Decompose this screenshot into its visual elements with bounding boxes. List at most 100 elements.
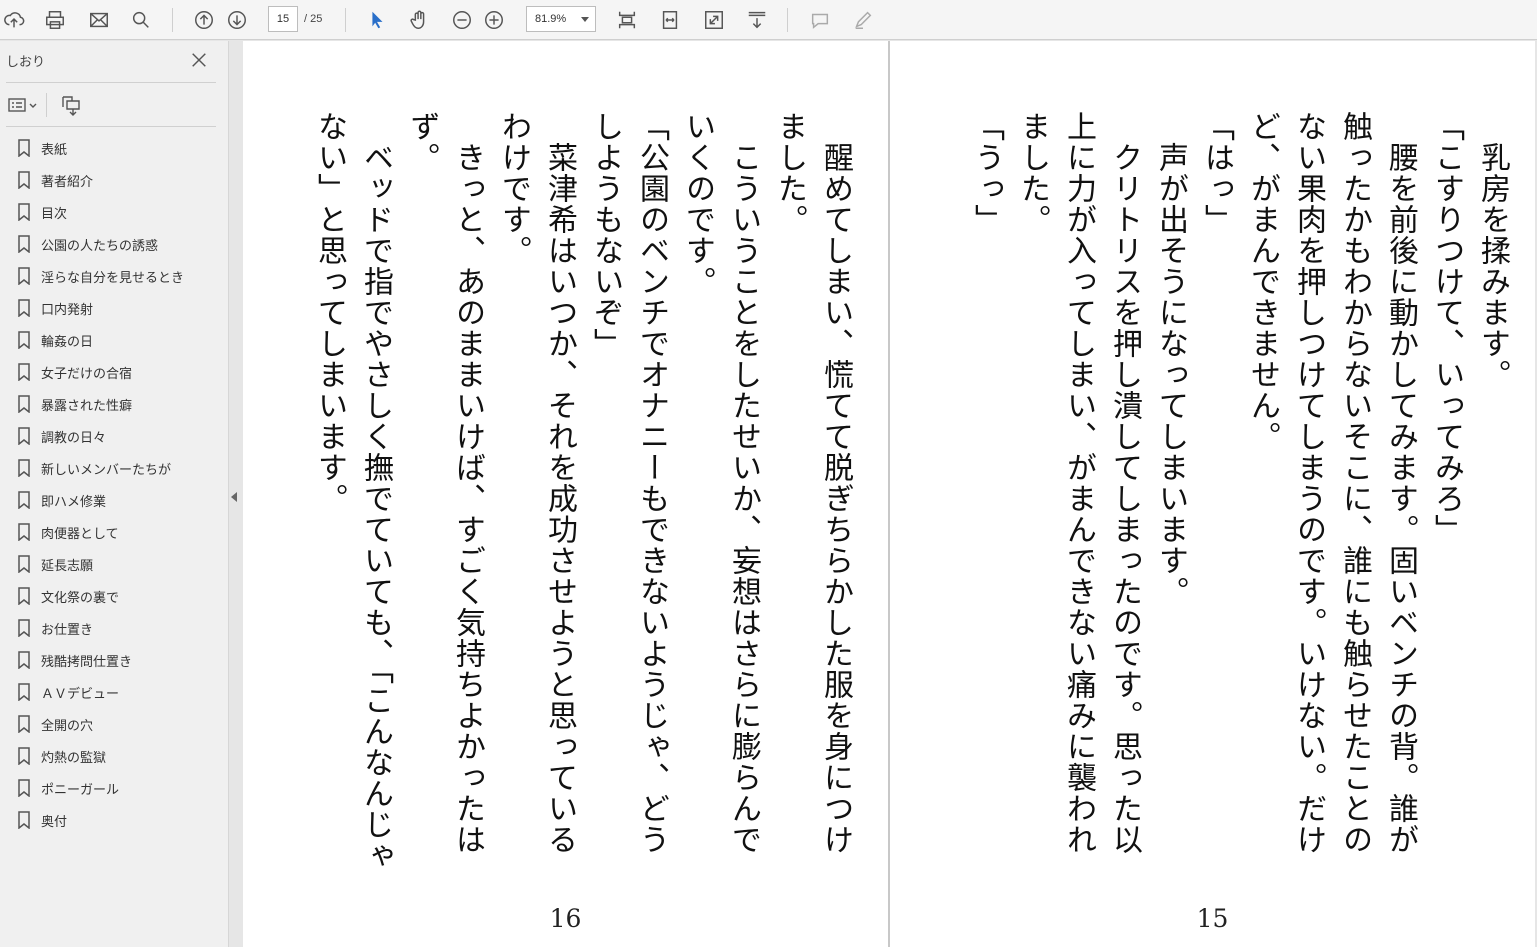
- upload-icon[interactable]: [0, 6, 28, 34]
- panel-title: しおり: [6, 55, 46, 70]
- bookmark-label: 目次: [41, 206, 68, 222]
- chevron-down-icon: [581, 17, 589, 22]
- bookmark-label: 調教の日々: [41, 430, 107, 446]
- text-line: ず。: [404, 111, 439, 173]
- text-line: 醒めてしまい、慌てて脱ぎちらかした服を身につけ: [818, 111, 853, 855]
- text-line: いくのです。: [680, 111, 715, 297]
- zoom-value: 81.9%: [535, 13, 567, 25]
- page-right: 乳房を揉みます。 「こすりつけて、いってみろ」 腰を前後に動かしてみます。固いベン…: [890, 41, 1535, 947]
- bookmark-item[interactable]: 全開の穴: [0, 708, 228, 740]
- search-icon[interactable]: [127, 6, 155, 34]
- text-line: 菜津希はいつか、それを成功させようと思っている: [542, 111, 577, 855]
- bookmark-icon: [18, 427, 30, 445]
- pen-icon[interactable]: [849, 6, 877, 34]
- comment-icon[interactable]: [806, 6, 834, 34]
- bookmark-label: ＡＶデビュー: [41, 686, 120, 702]
- bookmark-item[interactable]: 奥付: [0, 804, 228, 836]
- expand-bookmark-icon[interactable]: [57, 93, 81, 117]
- bookmark-label: 残酷拷問仕置き: [41, 654, 133, 670]
- bookmark-label: 即ハメ修業: [41, 494, 107, 510]
- fullscreen-icon[interactable]: [700, 6, 728, 34]
- bookmark-label: 肉便器として: [41, 526, 119, 542]
- bookmark-item[interactable]: 表紙: [0, 132, 228, 164]
- zoom-select[interactable]: 81.9%: [526, 6, 596, 32]
- bookmark-icon: [18, 715, 30, 733]
- text-line: わけです。: [496, 111, 531, 266]
- previous-page-icon[interactable]: [190, 6, 218, 34]
- page-text: 醒めてしまい、慌てて脱ぎちらかした服を身につけ ました。 こういうことをしたせいか…: [306, 111, 858, 871]
- bookmark-item[interactable]: 延長志願: [0, 548, 228, 580]
- page-total-label: / 25: [304, 13, 323, 25]
- text-line: 「うっ」: [969, 111, 1004, 235]
- bookmark-label: 女子だけの合宿: [41, 366, 133, 382]
- bookmark-item[interactable]: 著者紹介: [0, 164, 228, 196]
- bookmark-list: 表紙 著者紹介目次公園の人たちの誘惑淫らな自分を見せるとき口内発射輪姦の日女子だけ…: [0, 132, 228, 836]
- bookmark-item[interactable]: 公園の人たちの誘惑: [0, 228, 228, 260]
- text-line: 腰を前後に動かしてみます。固いベンチの背。誰が: [1383, 111, 1418, 855]
- text-line: 「公園のベンチでオナニーもできないようじゃ、どう: [634, 111, 669, 855]
- print-icon[interactable]: [41, 6, 69, 34]
- bookmark-item[interactable]: 灼熱の監獄: [0, 740, 228, 772]
- text-line: こういうことをしたせいか、妄想はさらに膨らんで: [726, 111, 761, 855]
- select-cursor-icon[interactable]: [363, 6, 391, 34]
- zoom-in-icon[interactable]: [480, 6, 508, 34]
- text-line: ない果肉を押しつけてしまうのです。いけない。だけ: [1291, 111, 1326, 855]
- close-icon[interactable]: [190, 51, 210, 71]
- text-line: ました。: [772, 111, 807, 235]
- bookmark-item[interactable]: 輪姦の日: [0, 324, 228, 356]
- options-menu-button[interactable]: [8, 93, 38, 117]
- bookmark-icon: [18, 619, 30, 637]
- bookmark-label: 公園の人たちの誘惑: [41, 238, 159, 254]
- text-line: ベッドで指でやさしく撫でていても、「こんなんじゃ: [358, 111, 393, 871]
- scroll-mode-icon[interactable]: [743, 6, 771, 34]
- bookmark-item[interactable]: 目次: [0, 196, 228, 228]
- mail-icon[interactable]: [85, 6, 113, 34]
- bookmark-item[interactable]: 暴露された性癖: [0, 388, 228, 420]
- bookmark-item[interactable]: 口内発射: [0, 292, 228, 324]
- bookmark-item[interactable]: 女子だけの合宿: [0, 356, 228, 388]
- collapse-panel-icon[interactable]: [231, 492, 237, 502]
- bookmark-item[interactable]: ポニーガール: [0, 772, 228, 804]
- bookmark-label: 新しいメンバーたちが: [41, 462, 172, 478]
- page-left: 醒めてしまい、慌てて脱ぎちらかした服を身につけ ました。 こういうことをしたせいか…: [243, 41, 888, 947]
- text-line: 「はっ」: [1199, 111, 1234, 235]
- text-line: きっと、あのままいけば、すごく気持ちよかったは: [450, 111, 485, 855]
- bookmark-label: 文化祭の裏で: [41, 590, 120, 606]
- next-page-icon[interactable]: [223, 6, 251, 34]
- bookmark-label: 灼熱の監獄: [41, 750, 107, 766]
- bookmark-label: 延長志願: [41, 558, 94, 574]
- bookmark-item[interactable]: ＡＶデビュー: [0, 676, 228, 708]
- text-line: 「こすりつけて、いってみろ」: [1429, 111, 1464, 545]
- bookmark-item[interactable]: 文化祭の裏で: [0, 580, 228, 612]
- bookmark-icon: [18, 779, 30, 797]
- bookmark-item[interactable]: 残酷拷問仕置き: [0, 644, 228, 676]
- bookmark-icon: [18, 395, 30, 413]
- bookmark-icon: [18, 811, 30, 829]
- bookmark-icon: [18, 651, 30, 669]
- bookmark-item[interactable]: お仕置き: [0, 612, 228, 644]
- bookmark-label: 暴露された性癖: [41, 398, 133, 414]
- text-line: 乳房を揉みます。: [1475, 111, 1510, 390]
- bookmark-item[interactable]: 肉便器として: [0, 516, 228, 548]
- toolbar: 15 / 25 81.9%: [0, 0, 1537, 40]
- bookmark-label: 口内発射: [41, 302, 94, 318]
- text-line: クリトリスを押し潰してしまったのです。思った以: [1107, 111, 1142, 855]
- bookmark-icon: [18, 363, 30, 381]
- zoom-out-icon[interactable]: [448, 6, 476, 34]
- fit-page-icon[interactable]: [613, 6, 641, 34]
- bookmark-item[interactable]: 淫らな自分を見せるとき: [0, 260, 228, 292]
- bookmark-item[interactable]: 新しいメンバーたちが: [0, 452, 228, 484]
- bookmark-icon: [18, 299, 30, 317]
- text-line: ない」と思ってしまいます。: [312, 111, 347, 514]
- bookmark-icon: [18, 235, 30, 253]
- page-number-input[interactable]: 15: [268, 6, 298, 32]
- text-line: ど、がまんできません。: [1245, 111, 1280, 452]
- text-line: 声が出そうになってしまいます。: [1153, 111, 1188, 607]
- fit-width-icon[interactable]: [656, 6, 684, 34]
- bookmark-item[interactable]: 調教の日々: [0, 420, 228, 452]
- bookmark-label: 奥付: [41, 814, 68, 830]
- hand-tool-icon[interactable]: [405, 6, 433, 34]
- bookmark-icon: [18, 523, 30, 541]
- bookmark-icon: [18, 459, 30, 477]
- bookmark-item[interactable]: 即ハメ修業: [0, 484, 228, 516]
